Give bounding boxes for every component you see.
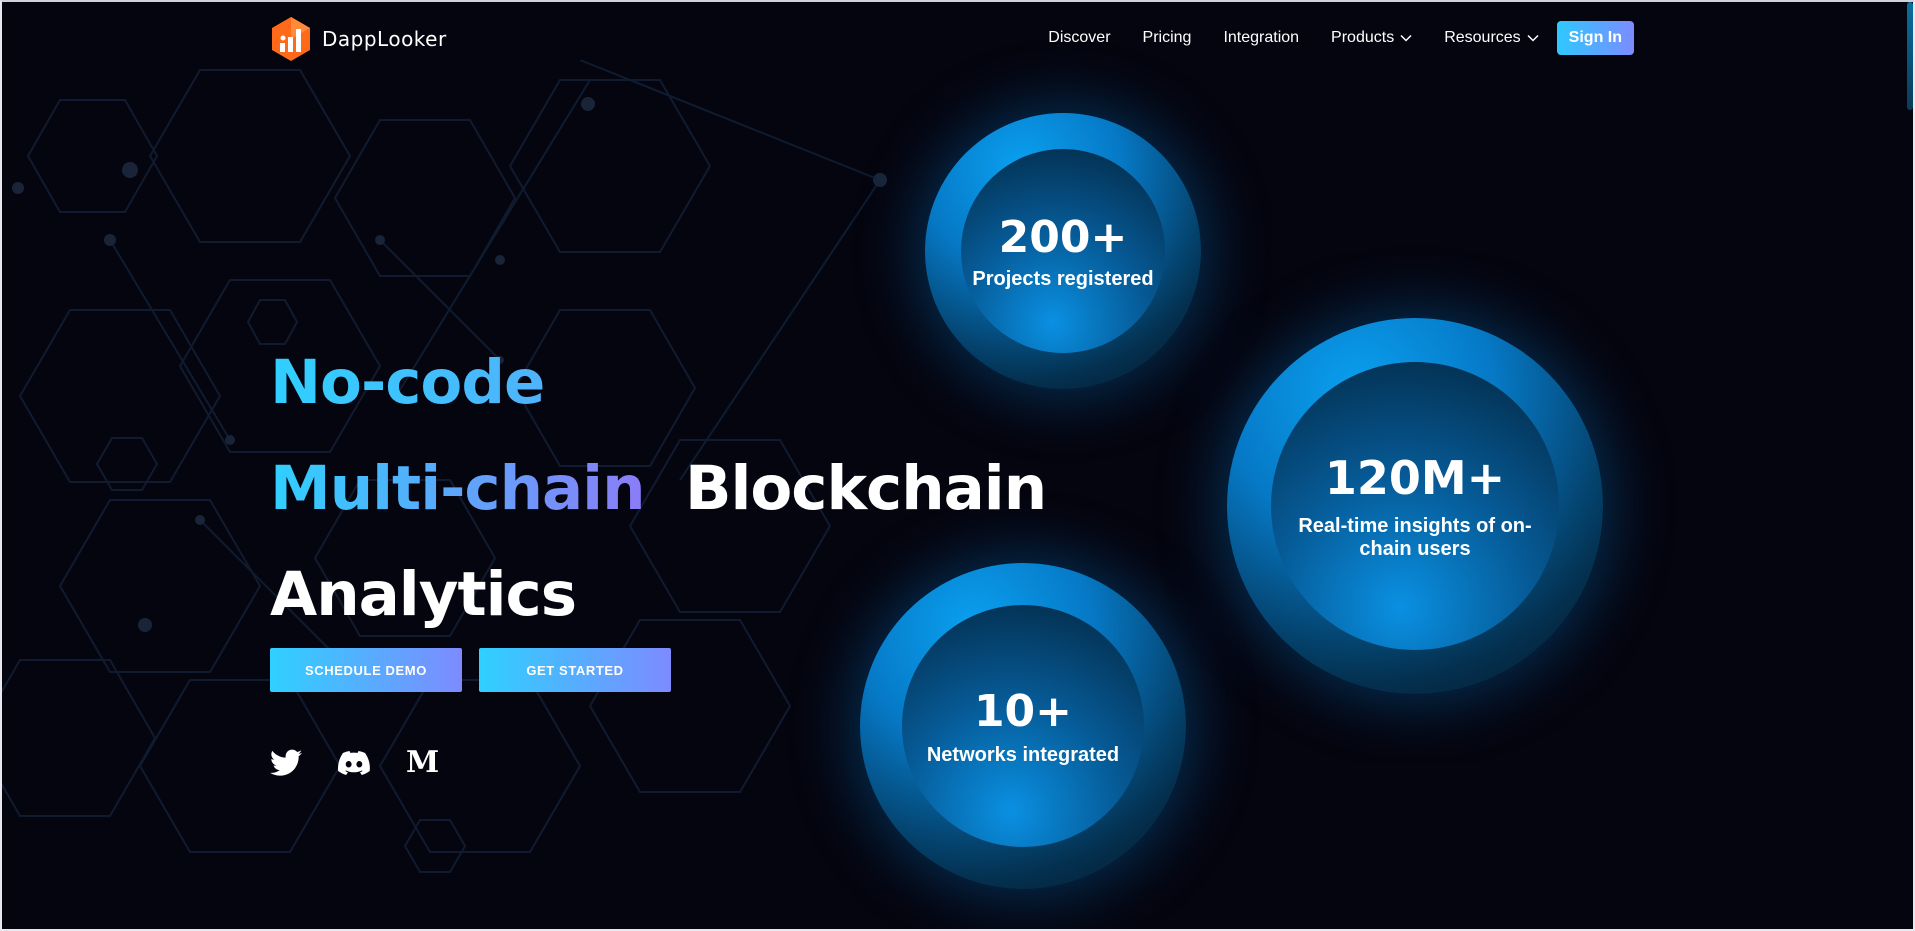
hero-line-multichain: Multi-chain Blockchain [270, 436, 1047, 542]
stat-content: 200+ Projects registered [972, 212, 1153, 291]
stat-insights-label-line1: Real-time insights of on- [1298, 515, 1532, 537]
stat-insights-circle: 120M+ Real-time insights of on- chain us… [1227, 318, 1603, 694]
nav-integration[interactable]: Integration [1223, 29, 1299, 47]
nav-resources-label: Resources [1444, 29, 1521, 46]
nav-products-label: Products [1331, 29, 1395, 46]
hero-cta-group: SCHEDULE DEMO GET STARTED [270, 648, 671, 692]
twitter-link[interactable] [270, 749, 302, 777]
chevron-down-icon [1400, 34, 1412, 42]
nav-integration-label: Integration [1223, 29, 1300, 46]
medium-icon: M [406, 745, 440, 780]
nav-pricing[interactable]: Pricing [1143, 29, 1192, 47]
nav-discover[interactable]: Discover [1048, 29, 1110, 47]
twitter-icon [270, 749, 302, 776]
brand-logo[interactable]: DappLooker [270, 16, 447, 62]
hero-multichain-text: Multi-chain [270, 453, 646, 524]
stat-content: 120M+ Real-time insights of on- chain us… [1298, 451, 1531, 561]
social-links: M [270, 748, 439, 778]
medium-link[interactable]: M [406, 748, 439, 778]
nav-pricing-label: Pricing [1142, 29, 1192, 46]
nav-products-dropdown[interactable]: Products [1331, 29, 1412, 47]
stat-content: 10+ Networks integrated [927, 686, 1119, 767]
chevron-down-icon [1527, 34, 1539, 42]
hero-line-no-code: No-code [270, 330, 1046, 436]
discord-icon [338, 751, 370, 775]
schedule-demo-button[interactable]: SCHEDULE DEMO [270, 648, 462, 692]
top-navbar: DappLooker Discover Pricing Integration … [0, 0, 1915, 78]
sign-in-button[interactable]: Sign In [1556, 21, 1634, 55]
dapplooker-logo-icon [272, 17, 310, 61]
get-started-button[interactable]: GET STARTED [479, 648, 671, 692]
stat-projects-value: 200+ [998, 211, 1128, 263]
nav-resources-dropdown[interactable]: Resources [1444, 29, 1539, 47]
hero-blockchain-text: Blockchain [685, 453, 1047, 524]
stat-insights-label-line2: chain users [1359, 538, 1471, 560]
nav-discover-label: Discover [1048, 29, 1111, 46]
discord-link[interactable] [338, 750, 370, 776]
brand-name: DappLooker [322, 27, 447, 51]
stat-insights-value: 120M+ [1324, 451, 1506, 505]
stat-networks-label: Networks integrated [926, 743, 1120, 766]
main-nav: Discover Pricing Integration Products Re… [1048, 21, 1634, 55]
hero-heading: No-code Multi-chain Blockchain Analytics [270, 330, 1047, 648]
hero-line-analytics: Analytics [270, 559, 577, 630]
scrollbar-thumb[interactable] [1907, 2, 1913, 110]
stat-projects-label: Projects registered [972, 267, 1154, 290]
stat-networks-value: 10+ [973, 685, 1073, 737]
